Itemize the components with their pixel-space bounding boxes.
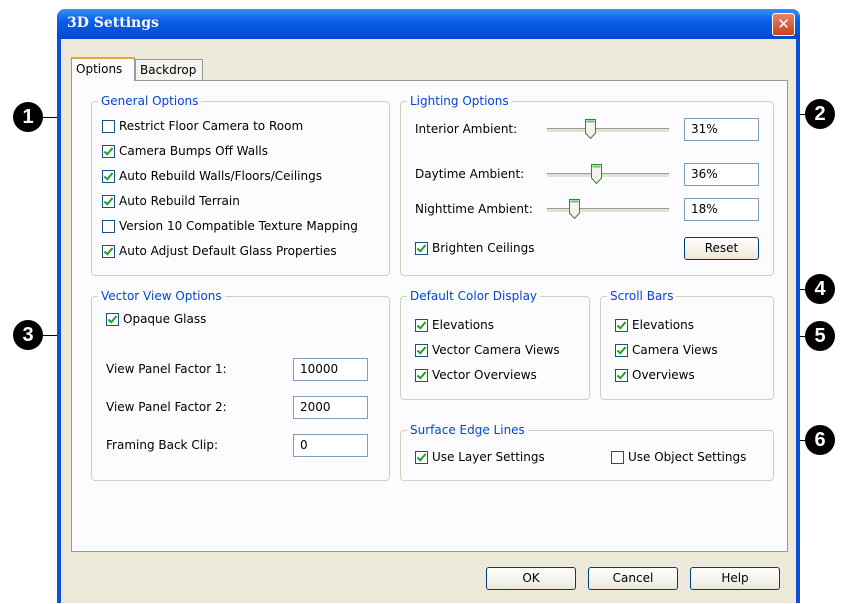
lighting-options-group: Lighting Options Interior Ambient: 31% D… (400, 94, 774, 276)
daytime-ambient-slider-thumb[interactable] (591, 164, 602, 184)
checkbox-box[interactable] (102, 119, 115, 133)
cancel-button[interactable]: Cancel (588, 567, 678, 590)
tab-options[interactable]: Options (71, 57, 135, 81)
checkbox-box[interactable] (102, 219, 115, 233)
scroll-elevations-checkbox[interactable]: Elevations (615, 318, 694, 332)
checkbox-label: Vector Overviews (432, 368, 537, 382)
use-layer-settings-checkbox[interactable]: Use Layer Settings (415, 450, 545, 464)
scroll-camera-views-checkbox[interactable]: Camera Views (615, 343, 718, 357)
checkbox-label: Auto Adjust Default Glass Properties (119, 244, 337, 258)
version10-texture-checkbox[interactable]: Version 10 Compatible Texture Mapping (102, 219, 358, 233)
opaque-glass-checkbox[interactable]: Opaque Glass (106, 312, 206, 326)
framing-back-clip-label: Framing Back Clip: (106, 438, 219, 452)
checkbox-box[interactable] (102, 194, 115, 208)
framing-back-clip-field[interactable]: 0 (293, 434, 368, 457)
vector-view-options-group: Vector View Options Opaque Glass View Pa… (91, 289, 390, 481)
checkbox-label: Auto Rebuild Walls/Floors/Ceilings (119, 169, 322, 183)
checkbox-box[interactable] (102, 169, 115, 183)
camera-bumps-checkbox[interactable]: Camera Bumps Off Walls (102, 144, 268, 158)
callout-3: 3 (13, 320, 43, 350)
reset-button[interactable]: Reset (684, 237, 759, 260)
options-panel: General Options Restrict Floor Camera to… (71, 80, 788, 552)
checkbox-box[interactable] (415, 343, 428, 357)
nighttime-ambient-field[interactable]: 18% (684, 198, 759, 221)
nighttime-ambient-track[interactable] (547, 208, 669, 213)
daytime-ambient-track[interactable] (547, 173, 669, 178)
checkbox-box[interactable] (102, 244, 115, 258)
checkbox-box[interactable] (415, 241, 428, 255)
vector-view-options-title: Vector View Options (98, 289, 225, 303)
dialog-client: Options Backdrop General Options Restric… (61, 39, 796, 603)
checkbox-label: Auto Rebuild Terrain (119, 194, 240, 208)
view-panel-factor-2-field[interactable]: 2000 (293, 396, 368, 419)
tab-backdrop[interactable]: Backdrop (135, 59, 203, 81)
default-color-display-title: Default Color Display (407, 289, 541, 303)
checkbox-box[interactable] (615, 318, 628, 332)
checkbox-label: Vector Camera Views (432, 343, 560, 357)
close-button[interactable]: ✕ (772, 13, 795, 36)
checkbox-box[interactable] (106, 312, 119, 326)
interior-ambient-label: Interior Ambient: (415, 122, 518, 136)
checkbox-label: Opaque Glass (123, 312, 207, 326)
daytime-ambient-label: Daytime Ambient: (415, 167, 525, 181)
brighten-ceilings-checkbox[interactable]: Brighten Ceilings (415, 241, 534, 255)
checkbox-label: Use Object Settings (628, 450, 747, 464)
checkbox-label: Camera Views (632, 343, 718, 357)
tab-options-label: Options (76, 62, 123, 76)
view-panel-factor-2-label: View Panel Factor 2: (106, 400, 227, 414)
interior-ambient-track[interactable] (547, 128, 669, 133)
checkbox-box[interactable] (611, 450, 624, 464)
callout-6: 6 (805, 425, 835, 455)
callout-5: 5 (805, 321, 835, 351)
scroll-overviews-checkbox[interactable]: Overviews (615, 368, 695, 382)
color-vector-overviews-checkbox[interactable]: Vector Overviews (415, 368, 537, 382)
nighttime-ambient-slider-thumb[interactable] (569, 199, 580, 219)
dialog-title: 3D Settings (67, 15, 159, 31)
checkbox-label: Use Layer Settings (432, 450, 545, 464)
nighttime-ambient-label: Nighttime Ambient: (415, 202, 533, 216)
checkbox-box[interactable] (102, 144, 115, 158)
view-panel-factor-1-field[interactable]: 10000 (293, 358, 368, 381)
checkbox-label: Elevations (432, 318, 494, 332)
surface-edge-lines-title: Surface Edge Lines (407, 423, 528, 437)
view-panel-factor-1-label: View Panel Factor 1: (106, 362, 227, 376)
checkbox-box[interactable] (615, 343, 628, 357)
use-object-settings-checkbox[interactable]: Use Object Settings (611, 450, 746, 464)
callout-2: 2 (805, 99, 835, 129)
default-color-display-group: Default Color Display Elevations Vector … (400, 289, 590, 400)
checkbox-box[interactable] (415, 450, 428, 464)
checkbox-box[interactable] (415, 368, 428, 382)
interior-ambient-slider-thumb[interactable] (585, 119, 596, 139)
scroll-bars-title: Scroll Bars (607, 289, 677, 303)
general-options-title: General Options (98, 94, 202, 108)
tab-backdrop-label: Backdrop (140, 63, 197, 77)
checkbox-label: Brighten Ceilings (432, 241, 535, 255)
checkbox-label: Version 10 Compatible Texture Mapping (119, 219, 358, 233)
ok-button[interactable]: OK (486, 567, 576, 590)
scroll-bars-group: Scroll Bars Elevations Camera Views Over… (600, 289, 774, 400)
help-button[interactable]: Help (690, 567, 780, 590)
title-bar[interactable]: 3D Settings ✕ (57, 9, 800, 39)
color-vector-camera-views-checkbox[interactable]: Vector Camera Views (415, 343, 560, 357)
restrict-floor-camera-checkbox[interactable]: Restrict Floor Camera to Room (102, 119, 303, 133)
daytime-ambient-field[interactable]: 36% (684, 163, 759, 186)
checkbox-label: Restrict Floor Camera to Room (119, 119, 304, 133)
dialog-window: 3D Settings ✕ Options Backdrop General O… (57, 9, 800, 603)
checkbox-label: Elevations (632, 318, 694, 332)
interior-ambient-field[interactable]: 31% (684, 118, 759, 141)
checkbox-label: Camera Bumps Off Walls (119, 144, 269, 158)
general-options-group: General Options Restrict Floor Camera to… (91, 94, 390, 276)
close-icon: ✕ (777, 15, 790, 33)
surface-edge-lines-group: Surface Edge Lines Use Layer Settings Us… (400, 423, 774, 481)
callout-1: 1 (13, 102, 43, 132)
checkbox-box[interactable] (415, 318, 428, 332)
color-elevations-checkbox[interactable]: Elevations (415, 318, 494, 332)
callout-4: 4 (805, 274, 835, 304)
auto-rebuild-walls-checkbox[interactable]: Auto Rebuild Walls/Floors/Ceilings (102, 169, 322, 183)
auto-rebuild-terrain-checkbox[interactable]: Auto Rebuild Terrain (102, 194, 240, 208)
auto-adjust-glass-checkbox[interactable]: Auto Adjust Default Glass Properties (102, 244, 337, 258)
checkbox-box[interactable] (615, 368, 628, 382)
lighting-options-title: Lighting Options (407, 94, 512, 108)
checkbox-label: Overviews (632, 368, 695, 382)
